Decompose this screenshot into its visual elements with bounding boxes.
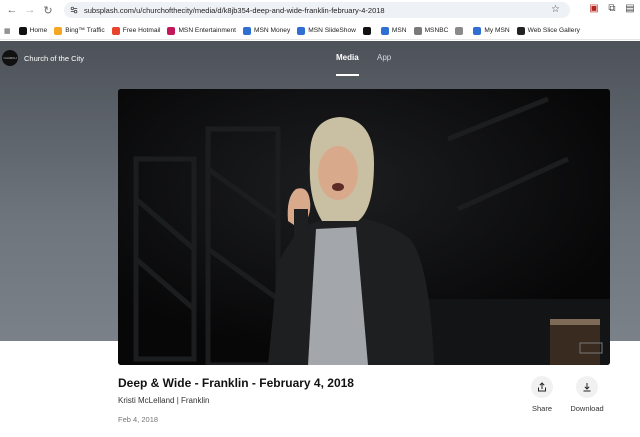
bookmark-label: MSNBC [425,27,449,34]
x-icon [19,27,27,35]
site-header: CHURCH Church of the City Media App [0,41,640,77]
bookmark-item[interactable]: My MSN [473,27,509,35]
bookmark-label: My MSN [484,27,509,34]
msnbc-icon [414,27,422,35]
forward-icon[interactable]: → [22,2,38,18]
bookmark-label: MSN SlideShow [308,27,356,34]
bookmark-item[interactable]: MSN [381,27,407,35]
bookmark-list: Home Bing™ Traffic Free Hotmail MSN Enterta… [19,27,587,35]
msn-butterfly-icon [381,27,389,35]
bookmark-item[interactable]: MSN Entertainment [167,27,236,35]
extension-icon[interactable]: ▣ [588,3,600,15]
church-name[interactable]: Church of the City [24,54,84,63]
reload-icon[interactable]: ↻ [40,2,56,18]
bookmark-label: Bing™ Traffic [65,27,104,34]
msn-icon [167,27,175,35]
extension-icons: ▣ ⧉ ▤ [588,3,636,15]
apps-icon[interactable]: ▦ [4,27,11,35]
bookmark-label: Free Hotmail [123,27,161,34]
subsplash-page: CHURCH Church of the City Media App [0,41,640,437]
download-label[interactable]: Download [564,404,610,413]
site-info-icon[interactable] [70,6,78,14]
bookmark-item[interactable]: MSNBC [414,27,449,35]
bookmark-item[interactable]: Bing™ Traffic [54,27,104,35]
msn-butterfly-icon [297,27,305,35]
bookmark-item[interactable]: Home [19,27,48,35]
bookmark-label: Home [30,27,48,34]
download-button[interactable]: Download [564,376,610,413]
bookmark-item[interactable]: MSN SlideShow [297,27,356,35]
media-title: Deep & Wide - Franklin - February 4, 201… [118,376,354,390]
address-bar[interactable]: subsplash.com/u/churchofthecity/media/d/… [64,2,570,18]
bookmark-label: MSN Money [254,27,290,34]
url-text[interactable]: subsplash.com/u/churchofthecity/media/d/… [84,6,385,15]
bookmark-item[interactable] [363,27,374,35]
msn-butterfly-icon [243,27,251,35]
page-icon [455,27,463,35]
video-player[interactable] [118,89,610,365]
profile-icon[interactable]: ▤ [624,3,636,15]
share-label[interactable]: Share [519,404,565,413]
bookmark-item[interactable]: Free Hotmail [112,27,161,35]
download-icon[interactable] [576,376,598,398]
bookmark-label: Web Slice Gallery [528,27,580,34]
x-icon [363,27,371,35]
tab-app[interactable]: App [377,53,391,62]
extensions-puzzle-icon[interactable]: ⧉ [606,3,618,15]
speaker-line: Kristi McLelland | Franklin [118,396,209,405]
bing-icon [54,27,62,35]
bookmarks-bar: ▦ Home Bing™ Traffic Free Hotmail MSN Enter… [0,22,640,40]
share-button[interactable]: Share [519,376,565,413]
slice-icon [517,27,525,35]
msn-butterfly-icon [473,27,481,35]
bookmark-star-icon[interactable]: ☆ [551,4,560,15]
windows-icon [112,27,120,35]
back-icon[interactable]: ← [4,2,20,18]
church-logo[interactable]: CHURCH [2,50,18,66]
bookmark-item[interactable]: MSN Money [243,27,290,35]
bookmark-label: MSN [392,27,407,34]
bookmark-item[interactable]: Web Slice Gallery [517,27,580,35]
browser-toolbar: ← → ↻ subsplash.com/u/churchofthecity/me… [0,0,640,20]
video-frame [118,89,610,365]
bookmark-label: MSN Entertainment [178,27,236,34]
bookmark-item[interactable] [455,27,466,35]
active-tab-indicator [336,74,359,76]
share-icon[interactable] [531,376,553,398]
tab-media[interactable]: Media [336,53,359,62]
media-date: Feb 4, 2018 [118,415,158,424]
